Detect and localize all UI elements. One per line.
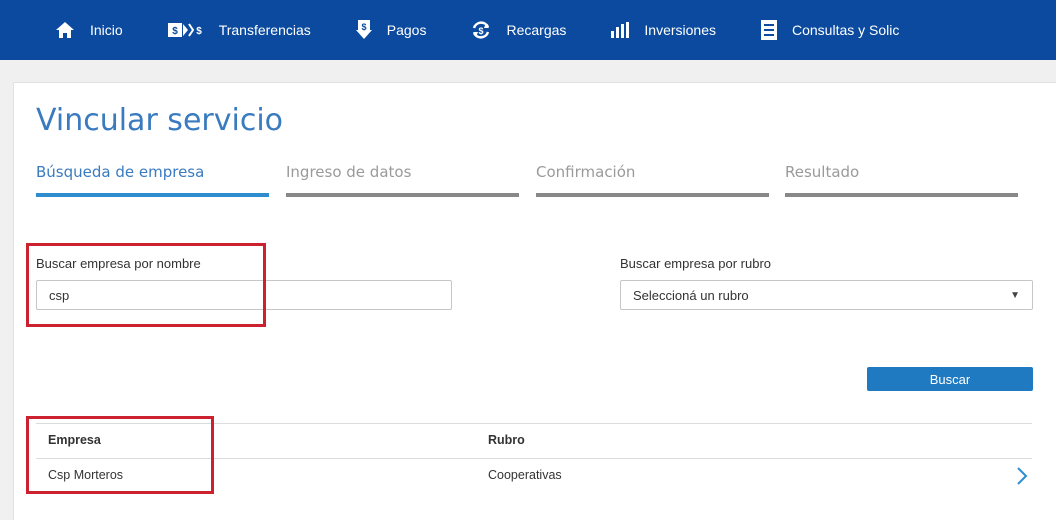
- step-label: Búsqueda de empresa: [36, 163, 205, 181]
- step-label: Resultado: [785, 163, 860, 181]
- document-icon: [760, 20, 777, 40]
- transfer-icon: $ $: [167, 21, 204, 39]
- step-progress-bar: [536, 193, 769, 197]
- search-name-label: Buscar empresa por nombre: [36, 256, 201, 271]
- table-header-row: Empresa Rubro: [36, 423, 1032, 458]
- step-progress-bar: [286, 193, 519, 197]
- step-ingreso-datos[interactable]: Ingreso de datos: [286, 163, 519, 197]
- cell-rubro: Cooperativas: [488, 468, 562, 482]
- top-navigation: Inicio $ $ Transferencias $ Pagos $ Reca…: [0, 0, 1056, 60]
- step-label: Confirmación: [536, 163, 636, 181]
- table-row[interactable]: Csp Morteros Cooperativas: [36, 458, 1032, 493]
- rubro-select[interactable]: Seleccioná un rubro ▼: [620, 280, 1033, 310]
- nav-item-transferencias[interactable]: $ $ Transferencias: [167, 0, 311, 60]
- search-name-input[interactable]: [36, 280, 452, 310]
- results-table: Empresa Rubro Csp Morteros Cooperativas: [36, 423, 1032, 493]
- column-header-rubro: Rubro: [488, 433, 525, 447]
- step-confirmacion[interactable]: Confirmación: [536, 163, 769, 197]
- chevron-down-icon: ▼: [1010, 289, 1020, 301]
- recharge-icon: $: [471, 20, 491, 40]
- svg-text:$: $: [479, 26, 484, 36]
- step-progress-bar: [785, 193, 1018, 197]
- nav-item-pagos[interactable]: $ Pagos: [355, 0, 427, 60]
- home-icon: [55, 21, 75, 39]
- buscar-button[interactable]: Buscar: [867, 367, 1033, 391]
- nav-item-consultas[interactable]: Consultas y Solic: [760, 0, 900, 60]
- nav-item-recargas[interactable]: $ Recargas: [471, 0, 566, 60]
- nav-item-label: Transferencias: [218, 22, 311, 38]
- nav-item-label: Recargas: [506, 22, 567, 38]
- rubro-select-value: Seleccioná un rubro: [633, 287, 749, 303]
- payment-icon: $: [355, 20, 372, 40]
- investments-icon: [611, 22, 630, 38]
- svg-text:$: $: [196, 26, 202, 37]
- step-progress-bar: [36, 193, 269, 197]
- column-header-empresa: Empresa: [48, 433, 101, 447]
- step-resultado[interactable]: Resultado: [785, 163, 1018, 197]
- nav-item-label: Pagos: [386, 22, 427, 38]
- nav-item-label: Inicio: [90, 22, 123, 38]
- step-label: Ingreso de datos: [286, 163, 412, 181]
- nav-item-label: Inversiones: [644, 22, 716, 38]
- main-card: Vincular servicio Búsqueda de empresa In…: [13, 82, 1056, 520]
- nav-item-label: Consultas y Solic: [791, 22, 900, 38]
- nav-item-inversiones[interactable]: Inversiones: [611, 0, 716, 60]
- page-title: Vincular servicio: [36, 103, 284, 138]
- svg-text:$: $: [172, 26, 178, 37]
- step-busqueda-empresa[interactable]: Búsqueda de empresa: [36, 163, 269, 197]
- cell-empresa: Csp Morteros: [48, 468, 124, 482]
- search-rubro-label: Buscar empresa por rubro: [620, 256, 772, 271]
- nav-item-inicio[interactable]: Inicio: [55, 0, 123, 60]
- chevron-right-icon[interactable]: [1016, 466, 1028, 491]
- svg-text:$: $: [361, 22, 366, 32]
